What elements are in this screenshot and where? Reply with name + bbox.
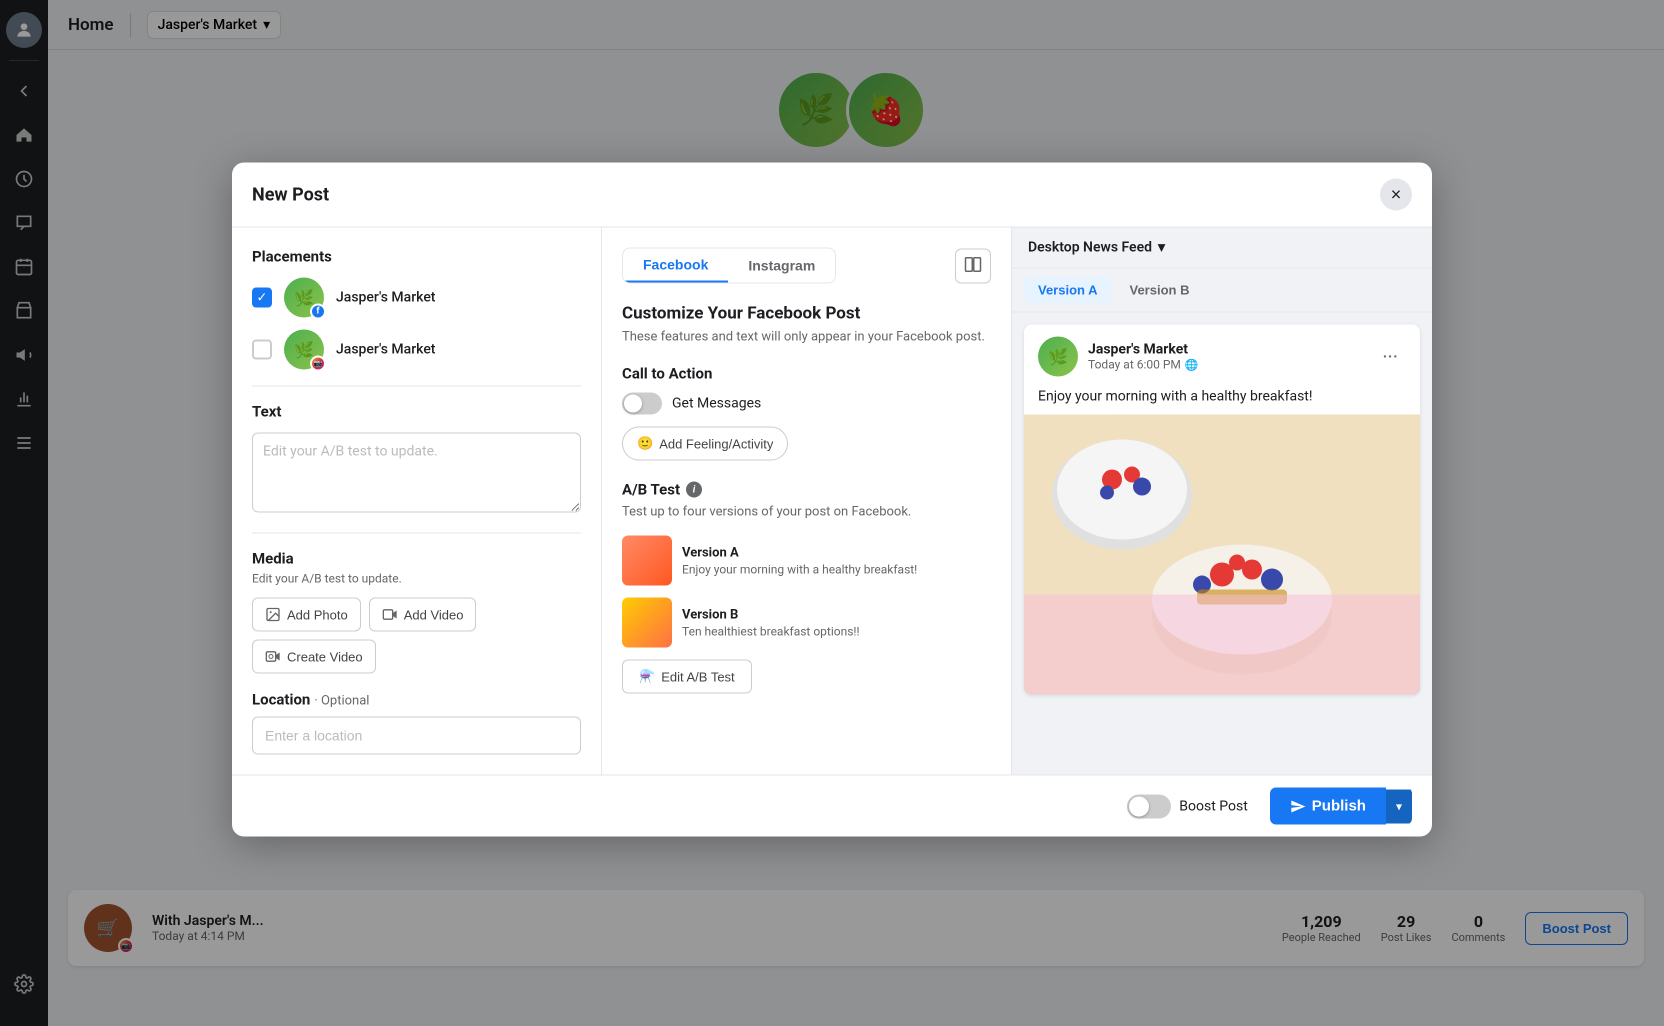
new-post-modal: New Post × Placements ✓ 🌿 f Jasper's Mar… <box>232 163 1432 837</box>
divider-1 <box>252 386 581 387</box>
text-label: Text <box>252 403 581 421</box>
location-input[interactable] <box>252 717 581 755</box>
feeling-activity-button[interactable]: 🙂 Add Feeling/Activity <box>622 427 788 461</box>
version-b-content: Ten healthiest breakfast options!! <box>682 624 991 638</box>
close-button[interactable]: × <box>1380 179 1412 211</box>
version-b-text: Version B Ten healthiest breakfast optio… <box>682 607 991 638</box>
media-sublabel: Edit your A/B test to update. <box>252 572 581 586</box>
facebook-page-name: Jasper's Market <box>336 290 435 306</box>
chevron-down-icon: ▾ <box>1158 240 1165 256</box>
boost-toggle-row: Boost Post <box>1127 794 1248 818</box>
boost-post-toggle[interactable] <box>1127 794 1171 818</box>
boost-post-toggle-label: Boost Post <box>1179 798 1248 814</box>
post-card-header: 🌿 Jasper's Market Today at 6:00 PM 🌐 ··· <box>1024 325 1420 389</box>
modal-header: New Post × <box>232 163 1432 228</box>
preview-container: 🌿 Jasper's Market Today at 6:00 PM 🌐 ···… <box>1012 313 1432 775</box>
modal-title: New Post <box>252 184 329 205</box>
cta-toggle-row: Get Messages <box>622 393 991 415</box>
post-page-name: Jasper's Market <box>1088 342 1364 358</box>
customize-desc: These features and text will only appear… <box>622 330 991 345</box>
cta-toggle[interactable] <box>622 393 662 415</box>
version-b-thumbnail <box>622 598 672 648</box>
split-view-icon <box>964 255 982 273</box>
divider-2 <box>252 533 581 534</box>
ab-test-title: A/B Test <box>622 481 680 499</box>
ab-test-header: A/B Test i <box>622 481 991 499</box>
preview-version-b-tab[interactable]: Version B <box>1115 277 1203 304</box>
post-image-inner <box>1024 415 1420 695</box>
post-preview-text: Enjoy your morning with a healthy breakf… <box>1024 389 1420 415</box>
preview-version-a-tab[interactable]: Version A <box>1024 277 1111 304</box>
photo-icon <box>265 607 281 623</box>
instagram-checkbox[interactable] <box>252 340 272 360</box>
left-panel: Placements ✓ 🌿 f Jasper's Market 🌿 📷 <box>232 228 602 775</box>
edit-ab-test-button[interactable]: ⚗️ Edit A/B Test <box>622 660 752 694</box>
placement-instagram: 🌿 📷 Jasper's Market <box>252 330 581 370</box>
cta-label: Call to Action <box>622 365 991 383</box>
tab-facebook[interactable]: Facebook <box>623 249 728 283</box>
version-tabs-row: Version A Version B <box>1012 269 1432 313</box>
version-a-content: Enjoy your morning with a healthy breakf… <box>682 562 991 576</box>
publish-dropdown-button[interactable]: ▾ <box>1386 789 1412 823</box>
version-b-label: Version B <box>682 607 991 622</box>
modal-body: Placements ✓ 🌿 f Jasper's Market 🌿 📷 <box>232 228 1432 775</box>
middle-panel: Facebook Instagram Customize Your Facebo… <box>602 228 1012 775</box>
ab-version-b: Version B Ten healthiest breakfast optio… <box>622 598 991 648</box>
instagram-avatar: 🌿 📷 <box>284 330 324 370</box>
facebook-avatar: 🌿 f <box>284 278 324 318</box>
check-icon: ✓ <box>257 290 268 305</box>
create-video-icon <box>265 649 281 665</box>
globe-icon: 🌐 <box>1185 358 1199 371</box>
add-photo-button[interactable]: Add Photo <box>252 598 361 632</box>
media-label: Media <box>252 550 581 568</box>
add-video-button[interactable]: Add Video <box>369 598 477 632</box>
platform-tab-group: Facebook Instagram <box>622 248 836 284</box>
instagram-badge: 📷 <box>310 356 326 372</box>
post-page-info: Jasper's Market Today at 6:00 PM 🌐 <box>1088 342 1364 372</box>
post-text-input[interactable] <box>252 433 581 513</box>
video-icon <box>382 607 398 623</box>
post-options-icon[interactable]: ··· <box>1374 341 1406 373</box>
customize-title: Customize Your Facebook Post <box>622 304 991 324</box>
location-optional: · Optional <box>314 694 369 709</box>
facebook-checkbox[interactable]: ✓ <box>252 288 272 308</box>
publish-main-button[interactable]: Publish <box>1270 788 1386 825</box>
platform-tabs: Facebook Instagram <box>622 248 991 284</box>
post-time-row: Today at 6:00 PM 🌐 <box>1088 358 1364 372</box>
smiley-icon: 🙂 <box>637 436 653 452</box>
ab-version-a: Version A Enjoy your morning with a heal… <box>622 536 991 586</box>
version-a-text: Version A Enjoy your morning with a heal… <box>682 545 991 576</box>
edit-ab-icon: ⚗️ <box>639 669 655 685</box>
ab-test-desc: Test up to four versions of your post on… <box>622 505 991 520</box>
placement-facebook: ✓ 🌿 f Jasper's Market <box>252 278 581 318</box>
media-buttons: Add Photo Add Video Create Video <box>252 598 581 674</box>
right-panel-header: Desktop News Feed ▾ <box>1012 228 1432 269</box>
ab-test-section: A/B Test i Test up to four versions of y… <box>622 481 991 694</box>
create-video-button[interactable]: Create Video <box>252 640 376 674</box>
boost-toggle-knob <box>1129 796 1149 816</box>
publish-button-group: Publish ▾ <box>1270 788 1412 825</box>
tab-instagram[interactable]: Instagram <box>728 249 835 283</box>
modal-footer: Boost Post Publish ▾ <box>232 775 1432 837</box>
post-page-avatar: 🌿 <box>1038 337 1078 377</box>
location-section: Location · Optional <box>252 690 581 755</box>
placements-label: Placements <box>252 248 581 266</box>
cta-section: Call to Action Get Messages 🙂 Add Feelin… <box>622 365 991 461</box>
info-icon: i <box>686 482 702 498</box>
post-time: Today at 6:00 PM <box>1088 358 1181 372</box>
instagram-page-name: Jasper's Market <box>336 342 435 358</box>
facebook-badge: f <box>310 304 326 320</box>
location-label: Location <box>252 691 310 709</box>
right-panel: Desktop News Feed ▾ Version A Version B … <box>1012 228 1432 775</box>
feed-dropdown[interactable]: Desktop News Feed ▾ <box>1028 240 1165 256</box>
version-a-label: Version A <box>682 545 991 560</box>
version-a-thumbnail <box>622 536 672 586</box>
cta-toggle-label: Get Messages <box>672 396 761 412</box>
split-view-button[interactable] <box>955 248 991 283</box>
toggle-knob <box>624 395 642 413</box>
version-tabs: Version A Version B <box>1024 277 1420 304</box>
send-icon <box>1290 798 1306 814</box>
post-preview-card: 🌿 Jasper's Market Today at 6:00 PM 🌐 ···… <box>1024 325 1420 695</box>
post-preview-image <box>1024 415 1420 695</box>
